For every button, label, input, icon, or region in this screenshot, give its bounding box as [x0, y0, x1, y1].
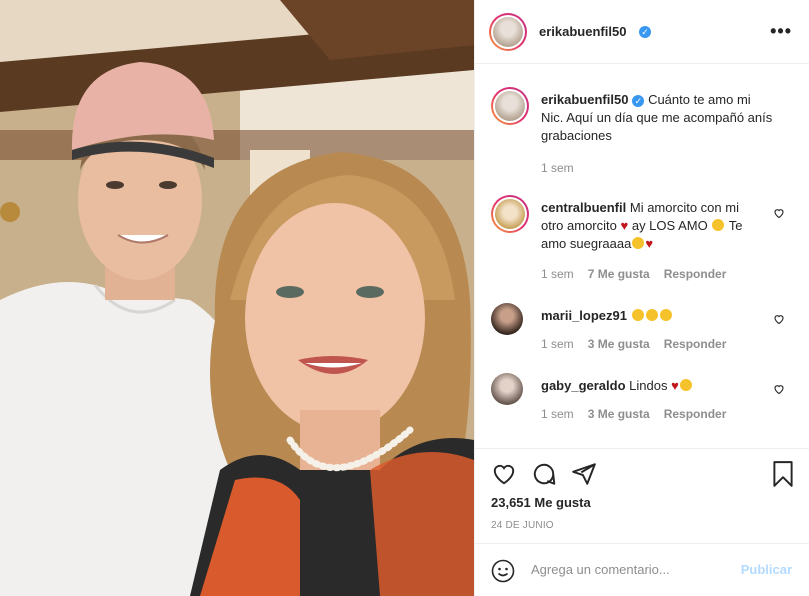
comment-item: marii_lopez91 1 sem 3 Me gusta Responder — [491, 303, 791, 363]
caption-time[interactable]: 1 sem — [541, 161, 574, 175]
smile-emoji — [631, 309, 644, 321]
verified-icon: ✓ — [632, 94, 645, 107]
like-heart-icon[interactable] — [491, 461, 517, 487]
comment-item: gaby_geraldo Lindos ♥ 1 sem 3 Me gusta Res… — [491, 373, 791, 433]
comment-username[interactable]: centralbuenfil — [541, 200, 626, 215]
comment-likes[interactable]: 7 Me gusta — [588, 267, 650, 281]
reply-button[interactable]: Responder — [664, 267, 727, 281]
caption: erikabuenfil50 ✓ Cuánto te amo mi Nic. Aq… — [491, 87, 791, 177]
emoji-icon[interactable] — [491, 559, 515, 583]
comment-username[interactable]: gaby_geraldo — [541, 378, 626, 393]
comment-text: Lindos — [629, 378, 668, 393]
post-photo[interactable] — [0, 0, 474, 596]
caption-username[interactable]: erikabuenfil50 — [541, 92, 628, 107]
laugh-emoji — [632, 237, 645, 249]
comment-time[interactable]: 1 sem — [541, 267, 574, 281]
likes-count[interactable]: 23,651 Me gusta — [491, 495, 591, 510]
smile-emoji — [645, 309, 658, 321]
post-actions: 23,651 Me gusta 24 DE JUNIO Agrega un co… — [475, 448, 809, 596]
author-avatar-small[interactable] — [491, 87, 529, 125]
post-side-panel: erikabuenfil50 ✓ ••• erikabuenfil50 ✓ Cuá… — [474, 0, 809, 596]
comment-like-heart-icon[interactable] — [773, 383, 785, 395]
commenter-avatar[interactable] — [491, 303, 523, 335]
reply-button[interactable]: Responder — [664, 337, 727, 351]
comment-item: centralbuenfil Mi amorcito con mi otro a… — [491, 195, 791, 285]
comment-time[interactable]: 1 sem — [541, 407, 574, 421]
comment-username[interactable]: marii_lopez91 — [541, 308, 627, 323]
comment-like-heart-icon[interactable] — [773, 207, 785, 219]
share-icon[interactable] — [571, 461, 597, 487]
comment-icon[interactable] — [531, 461, 557, 487]
commenter-avatar[interactable] — [491, 195, 529, 233]
heart-emoji: ♥ — [645, 236, 654, 251]
instagram-post-modal: erikabuenfil50 ✓ ••• erikabuenfil50 ✓ Cuá… — [0, 0, 809, 596]
smile-emoji — [712, 219, 725, 231]
save-icon[interactable] — [770, 460, 796, 488]
post-date[interactable]: 24 DE JUNIO — [491, 520, 554, 531]
heart-emoji: ♥ — [671, 378, 679, 393]
smile-emoji — [659, 309, 672, 321]
comment-likes[interactable]: 3 Me gusta — [588, 337, 650, 351]
comment-like-heart-icon[interactable] — [773, 313, 785, 325]
comment-likes[interactable]: 3 Me gusta — [588, 407, 650, 421]
publish-button[interactable]: Publicar — [741, 562, 792, 577]
more-icon[interactable]: ••• — [770, 22, 792, 40]
comment-time[interactable]: 1 sem — [541, 337, 574, 351]
post-header: erikabuenfil50 ✓ ••• — [475, 0, 809, 64]
comment-input[interactable]: Agrega un comentario... — [531, 562, 670, 577]
author-avatar[interactable] — [489, 13, 527, 51]
verified-icon: ✓ — [639, 26, 651, 38]
commenter-avatar[interactable] — [491, 373, 523, 405]
comments-list: erikabuenfil50 ✓ Cuánto te amo mi Nic. Aq… — [475, 65, 809, 447]
selfie-photo — [0, 0, 474, 596]
smile-emoji — [679, 379, 692, 391]
heart-emoji: ♥ — [620, 218, 629, 233]
author-username[interactable]: erikabuenfil50 — [539, 24, 626, 39]
reply-button[interactable]: Responder — [664, 407, 727, 421]
add-comment-bar: Agrega un comentario... Publicar — [475, 543, 809, 596]
comment-text-2: ay LOS AMO — [631, 218, 708, 233]
